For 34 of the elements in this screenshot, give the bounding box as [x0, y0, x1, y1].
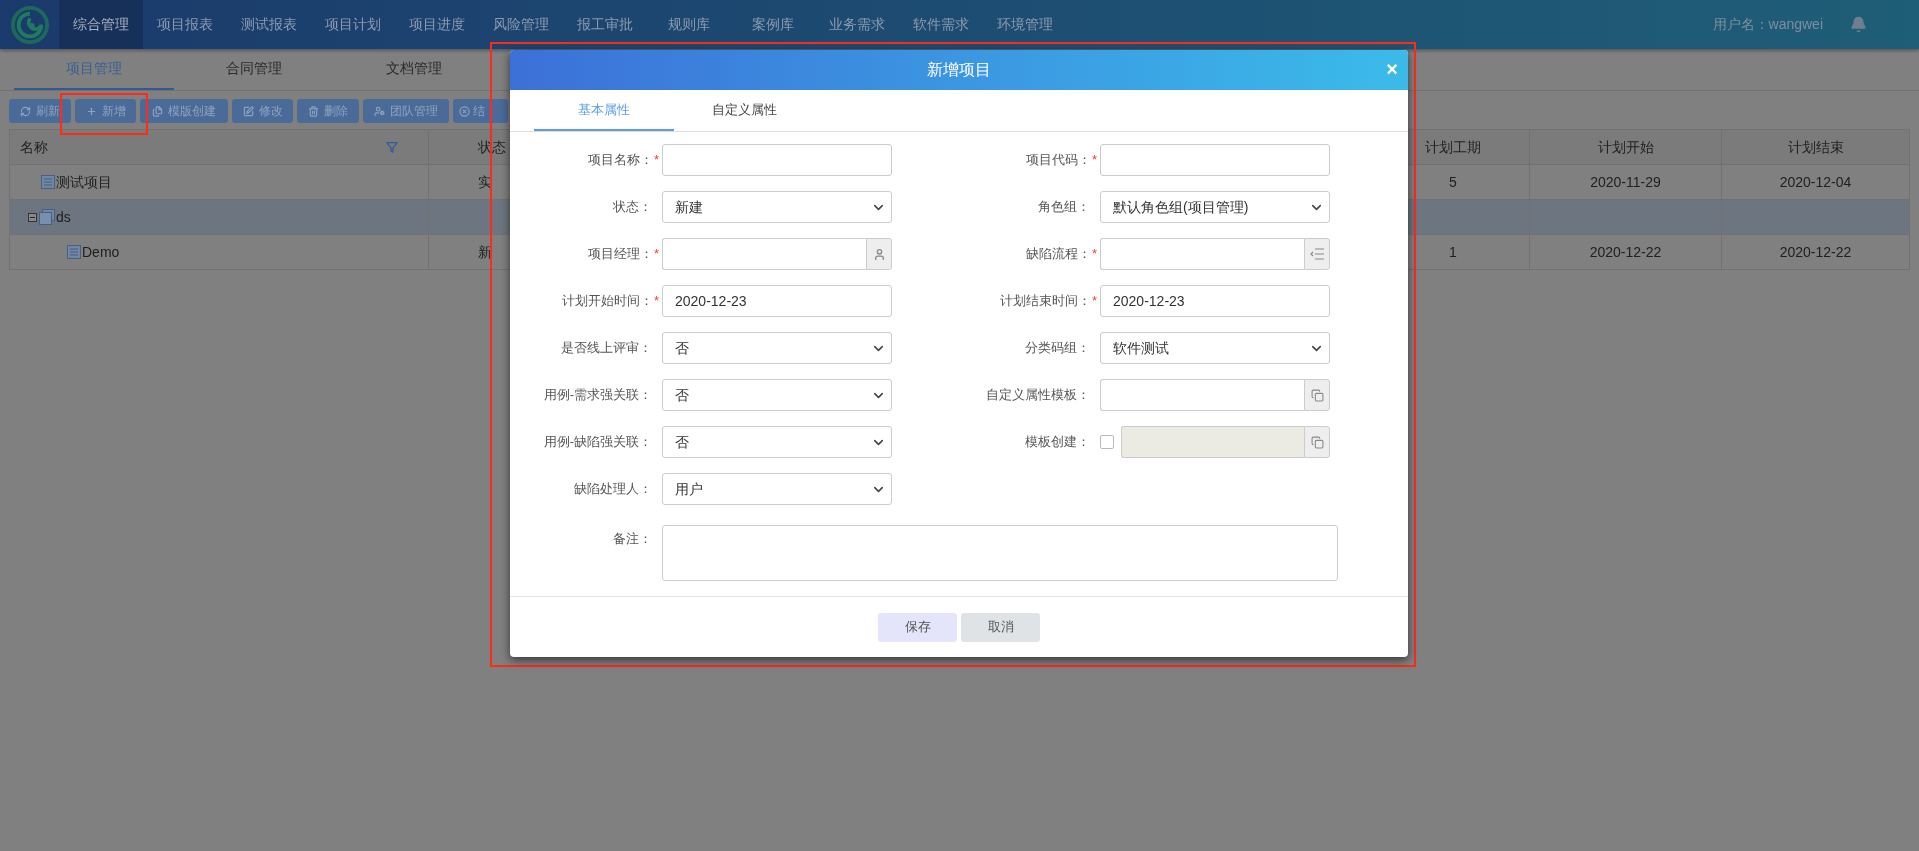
field-label: 状态： — [613, 198, 652, 217]
field-label: 计划结束时间： — [999, 292, 1091, 311]
table-cell-text: 1 — [1449, 242, 1457, 262]
field-label: 计划开始时间： — [561, 292, 653, 311]
table-cell-text: 2020-12-04 — [1779, 172, 1852, 192]
field-label: 角色组： — [1038, 198, 1090, 217]
field-label: 项目经理： — [587, 245, 653, 264]
field-label: 备注： — [613, 530, 652, 548]
required-mark: * — [653, 245, 659, 263]
field-label: 用例-需求强关联： — [543, 386, 652, 405]
required-mark: * — [1091, 245, 1097, 263]
table-cell-text: 2020-11-29 — [1590, 172, 1661, 192]
field-label: 是否线上评审： — [561, 339, 652, 358]
dialog-title: 新增项目 — [927, 60, 991, 80]
table-cell-text: ds — [56, 207, 71, 227]
field-label: 缺陷流程： — [1025, 245, 1091, 264]
table-cell-text: 测试项目 — [56, 172, 112, 192]
table-cell-text: 2020-12-22 — [1589, 242, 1662, 262]
user-name: 用户名：wangwei — [1712, 15, 1823, 34]
required-mark: * — [1091, 292, 1097, 310]
table-cell-text: 新 — [478, 242, 492, 262]
field-label: 缺陷处理人： — [574, 480, 652, 499]
required-mark: * — [653, 151, 659, 169]
table-cell-text: 2020-12-22 — [1779, 242, 1852, 262]
field-label: 自定义属性模板： — [986, 386, 1090, 405]
field-label: 用例-缺陷强关联： — [543, 433, 652, 452]
required-mark: * — [1091, 151, 1097, 169]
required-mark: * — [653, 292, 659, 310]
field-label: 项目代码： — [1025, 151, 1091, 170]
table-cell-text: Demo — [82, 242, 120, 262]
field-label: 项目名称： — [587, 151, 653, 170]
field-label: 模板创建： — [1025, 433, 1090, 452]
field-label: 分类码组： — [1025, 339, 1090, 358]
table-cell-text: 5 — [1449, 172, 1457, 192]
